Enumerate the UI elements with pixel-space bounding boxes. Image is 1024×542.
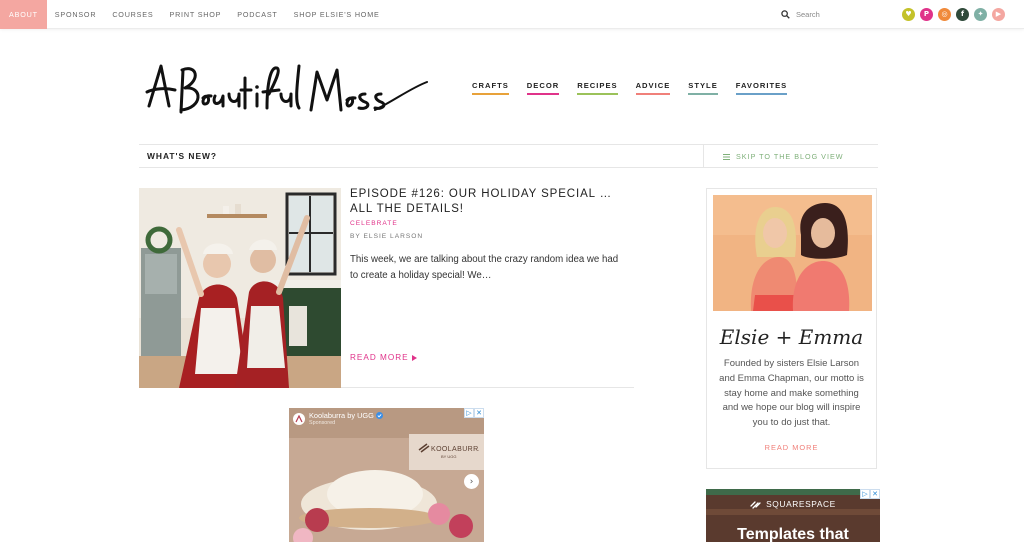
top-nav: ABOUT SPONSOR COURSES PRINT SHOP PODCAST…: [0, 0, 388, 29]
post-category[interactable]: CELEBRATE: [350, 220, 398, 227]
search-input[interactable]: [796, 10, 886, 19]
about-text: Founded by sisters Elsie Larson and Emma…: [719, 358, 864, 429]
post-divider: [341, 387, 634, 388]
top-bar: ABOUT SPONSOR COURSES PRINT SHOP PODCAST…: [0, 0, 1024, 29]
topnav-sponsor[interactable]: SPONSOR: [47, 0, 105, 29]
topnav-print-shop[interactable]: PRINT SHOP: [161, 0, 229, 29]
divider: [703, 145, 704, 167]
nav-recipes[interactable]: RECIPES: [577, 81, 618, 95]
skip-label: SKIP TO THE BLOG VIEW: [736, 152, 844, 161]
close-icon[interactable]: ✕: [870, 489, 880, 499]
facebook-icon[interactable]: f: [956, 8, 969, 21]
read-more-label: READ MORE: [350, 353, 409, 362]
nav-style[interactable]: STYLE: [688, 81, 718, 95]
ad-image: [289, 408, 484, 542]
svg-text:BY UGG: BY UGG: [441, 454, 457, 459]
site-logo[interactable]: [145, 52, 430, 130]
whats-new-bar: WHAT'S NEW? SKIP TO THE BLOG VIEW: [139, 144, 878, 168]
about-sidebar: Elsie + Emma Founded by sisters Elsie La…: [706, 188, 877, 469]
close-icon[interactable]: ✕: [474, 408, 484, 418]
about-read-more[interactable]: READ MORE: [707, 443, 876, 452]
nav-crafts[interactable]: CRAFTS: [472, 81, 509, 95]
ad-squarespace[interactable]: SQUARESPACE Templates that ▷ ✕: [706, 489, 880, 542]
sisters-photo[interactable]: [713, 195, 872, 311]
instagram-icon[interactable]: ◎: [938, 8, 951, 21]
nav-decor[interactable]: DECOR: [526, 81, 560, 95]
search-box: [781, 8, 886, 21]
youtube-icon[interactable]: ▶: [992, 8, 1005, 21]
ad-info-icon[interactable]: ▷: [464, 408, 474, 418]
topnav-about[interactable]: ABOUT: [0, 0, 47, 29]
topnav-shop-elsies-home[interactable]: SHOP ELSIE'S HOME: [286, 0, 388, 29]
squarespace-brand: SQUARESPACE: [706, 499, 880, 509]
skip-to-blog-link[interactable]: SKIP TO THE BLOG VIEW: [723, 152, 844, 161]
post-image[interactable]: [139, 188, 341, 388]
advertiser-sub: Sponsored: [309, 420, 336, 426]
advertiser-name[interactable]: Koolaburra by UGG: [309, 411, 383, 420]
ad-koolaburra[interactable]: KOOLABURRA BY UGG Koolaburra by UGG Spon…: [289, 408, 484, 542]
pinterest-icon[interactable]: P: [920, 8, 933, 21]
brand-mark-logo: KOOLABURRA BY UGG: [418, 443, 479, 459]
ad-headline: Templates that: [737, 526, 849, 542]
nav-favorites[interactable]: FAVORITES: [735, 81, 788, 95]
ad-header: Koolaburra by UGG Sponsored: [293, 411, 383, 427]
signature-elsie-emma: Elsie + Emma: [719, 325, 864, 349]
chevron-right-icon[interactable]: ›: [464, 474, 479, 489]
social-icons: ♥ P ◎ f ✦ ▶: [902, 8, 1005, 21]
post-excerpt: This week, we are talking about the craz…: [350, 254, 619, 281]
heart-icon[interactable]: ♥: [902, 8, 915, 21]
read-more-link[interactable]: READ MORE: [350, 353, 417, 362]
topnav-courses[interactable]: COURSES: [104, 0, 161, 29]
post-title[interactable]: EPISODE #126: OUR HOLIDAY SPECIAL … ALL …: [350, 187, 630, 217]
post-author: BY ELSIE LARSON: [350, 233, 424, 240]
ad-choices-2[interactable]: ▷ ✕: [860, 489, 880, 499]
nav-advice[interactable]: ADVICE: [635, 81, 671, 95]
arrow-right-icon: [411, 354, 417, 361]
main-nav: CRAFTS DECOR RECIPES ADVICE STYLE FAVORI…: [472, 81, 788, 95]
twitter-icon[interactable]: ✦: [974, 8, 987, 21]
svg-text:KOOLABURRA: KOOLABURRA: [431, 446, 479, 453]
advertiser-avatar: [293, 413, 305, 425]
whats-new-title: WHAT'S NEW?: [147, 151, 218, 161]
topnav-podcast[interactable]: PODCAST: [229, 0, 285, 29]
verified-icon: [375, 412, 383, 419]
ad-info-icon[interactable]: ▷: [860, 489, 870, 499]
ad-choices[interactable]: ▷ ✕: [464, 408, 484, 418]
list-icon: [723, 153, 730, 160]
search-icon[interactable]: [781, 10, 790, 19]
squarespace-logo-icon: [750, 500, 761, 509]
